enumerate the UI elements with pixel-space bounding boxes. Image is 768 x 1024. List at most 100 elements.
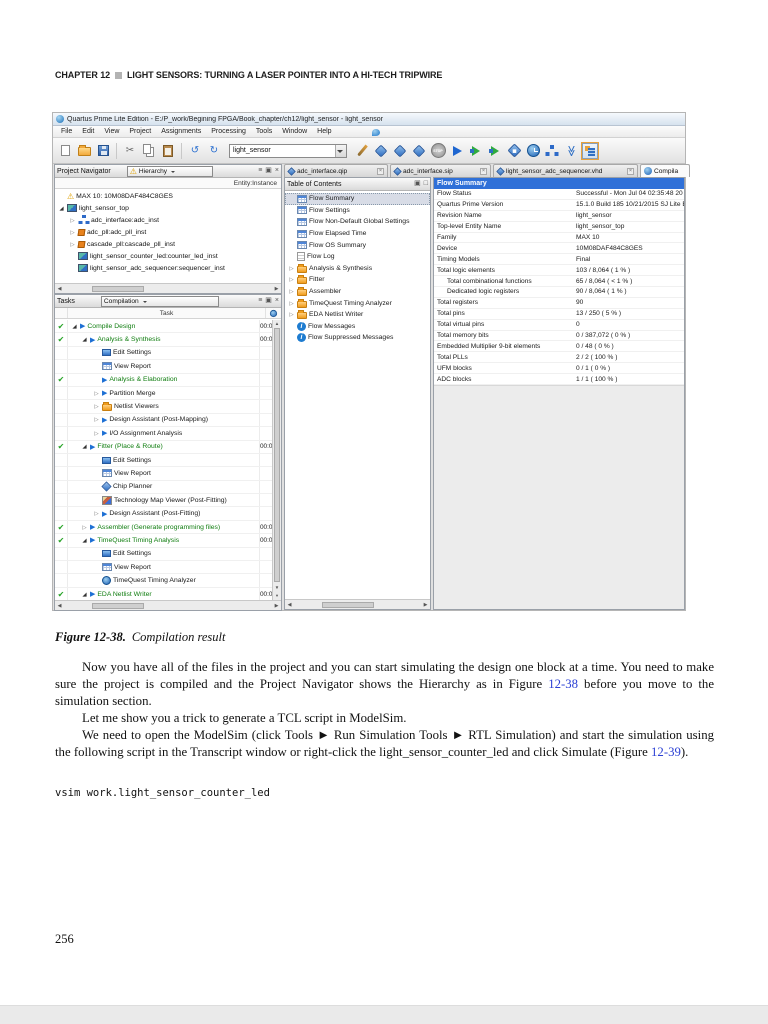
task-row[interactable]: Netlist Viewers: [55, 400, 272, 413]
expander-icon[interactable]: [288, 265, 295, 272]
expander-icon[interactable]: [288, 300, 295, 307]
expander-icon[interactable]: [288, 276, 295, 283]
tree-row[interactable]: cascade_pll:cascade_pll_inst: [55, 238, 281, 250]
scroll-thumb[interactable]: [92, 603, 144, 609]
toc-item[interactable]: Fitter: [285, 274, 430, 286]
tree-row[interactable]: light_sensor_top: [55, 202, 281, 214]
expander-icon[interactable]: [58, 205, 65, 212]
task-row[interactable]: Technology Map Viewer (Post-Fitting): [55, 494, 272, 507]
document-tab[interactable]: adc_interface.qip: [284, 164, 388, 177]
menu-item[interactable]: Processing: [206, 128, 251, 135]
task-row[interactable]: Analysis & Synthesis 00:0: [55, 333, 272, 346]
toc-item[interactable]: Flow Summary: [285, 193, 430, 205]
expander-icon[interactable]: [69, 229, 76, 236]
menu-item[interactable]: Edit: [77, 128, 99, 135]
menu-item[interactable]: File: [56, 128, 77, 135]
task-row[interactable]: Design Assistant (Post-Fitting): [55, 507, 272, 520]
task-row[interactable]: Chip Planner: [55, 481, 272, 494]
task-row[interactable]: Fitter (Place & Route) 00:0: [55, 441, 272, 454]
fitter-button[interactable]: [411, 142, 427, 160]
task-row[interactable]: View Report: [55, 561, 272, 574]
design-assistant-button[interactable]: [563, 142, 579, 160]
tree-row[interactable]: light_sensor_adc_sequencer:sequencer_ins…: [55, 262, 281, 274]
close-panel-icon[interactable]: ×: [275, 297, 279, 305]
task-row[interactable]: View Report: [55, 467, 272, 480]
stop-button[interactable]: STOP: [430, 142, 446, 160]
tree-row[interactable]: adc_interface:adc_inst: [55, 214, 281, 226]
expander-icon[interactable]: [93, 430, 100, 437]
project-navigator-hscrollbar[interactable]: ◀▶: [55, 283, 281, 293]
expander-icon[interactable]: [81, 443, 88, 450]
expander-icon[interactable]: [93, 390, 100, 397]
assembler-button[interactable]: [506, 142, 522, 160]
task-row[interactable]: Edit Settings: [55, 454, 272, 467]
expander-icon[interactable]: [288, 288, 295, 295]
paste-button[interactable]: [160, 142, 176, 160]
expander-icon[interactable]: [81, 524, 88, 531]
report-window-icon[interactable]: ▣: [414, 180, 421, 188]
redo-button[interactable]: [206, 142, 222, 160]
analysis-synthesis-button[interactable]: [392, 142, 408, 160]
figure-link-12-38[interactable]: 12-38: [548, 677, 578, 691]
list-icon[interactable]: ≡: [258, 297, 262, 305]
start-compilation-button[interactable]: [449, 142, 465, 160]
scroll-thumb[interactable]: [322, 602, 374, 608]
timequest-button[interactable]: [525, 142, 541, 160]
cut-button[interactable]: [122, 142, 138, 160]
toc-item[interactable]: Flow Log: [285, 251, 430, 263]
toc-item[interactable]: Assembler: [285, 286, 430, 298]
expander-icon[interactable]: [81, 591, 88, 598]
tree-row[interactable]: MAX 10: 10M08DAF484C8GES: [55, 190, 281, 202]
tasks-vscrollbar[interactable]: ▲▼▾: [272, 320, 281, 600]
flow-combo[interactable]: Compilation: [101, 296, 219, 307]
task-row[interactable]: Edit Settings: [55, 347, 272, 360]
assignment-editor-button[interactable]: [354, 142, 370, 160]
expander-icon[interactable]: [93, 403, 100, 410]
menu-item[interactable]: Tools: [251, 128, 277, 135]
float-panel-icon[interactable]: ▣: [265, 167, 272, 175]
programmer-button[interactable]: [582, 142, 598, 160]
toc-item[interactable]: Flow Elapsed Time: [285, 228, 430, 240]
scroll-thumb[interactable]: [274, 328, 280, 582]
menu-item[interactable]: Project: [124, 128, 156, 135]
copy-button[interactable]: [141, 142, 157, 160]
task-row[interactable]: Assembler (Generate programming files) 0…: [55, 521, 272, 534]
task-row[interactable]: TimeQuest Timing Analysis 00:0: [55, 534, 272, 547]
task-row[interactable]: EDA Netlist Writer 00:0: [55, 588, 272, 600]
toc-item[interactable]: Flow Messages: [285, 321, 430, 333]
start-analysis-button[interactable]: [468, 142, 484, 160]
scroll-thumb[interactable]: [92, 286, 144, 292]
menu-item[interactable]: Window: [277, 128, 312, 135]
hierarchy-combo[interactable]: Hierarchy: [127, 166, 213, 177]
toc-item[interactable]: Flow Suppressed Messages: [285, 332, 430, 344]
tasks-hscrollbar[interactable]: ◀▶: [55, 600, 281, 610]
toc-item[interactable]: Flow OS Summary: [285, 239, 430, 251]
float-panel-icon[interactable]: □: [424, 180, 428, 188]
tab-close-icon[interactable]: [627, 168, 634, 175]
revision-combo[interactable]: light_sensor: [229, 144, 347, 158]
toc-item[interactable]: TimeQuest Timing Analyzer: [285, 297, 430, 309]
expander-icon[interactable]: [93, 510, 100, 517]
toc-item[interactable]: EDA Netlist Writer: [285, 309, 430, 321]
document-tab[interactable]: light_sensor_adc_sequencer.vhd: [493, 164, 638, 177]
rapid-recompile-button[interactable]: [487, 142, 503, 160]
task-row[interactable]: I/O Assignment Analysis: [55, 427, 272, 440]
tab-close-icon[interactable]: [377, 168, 384, 175]
tree-row[interactable]: light_sensor_counter_led:counter_led_ins…: [55, 250, 281, 262]
task-row[interactable]: TimeQuest Timing Analyzer: [55, 574, 272, 587]
figure-link-12-39[interactable]: 12-39: [651, 745, 681, 759]
task-row[interactable]: Compile Design 00:0: [55, 320, 272, 333]
tree-row[interactable]: adc_pll:adc_pll_inst: [55, 226, 281, 238]
toc-hscrollbar[interactable]: ◀▶: [285, 599, 430, 609]
tab-close-icon[interactable]: [480, 168, 487, 175]
expander-icon[interactable]: [81, 537, 88, 544]
task-row[interactable]: Partition Merge: [55, 387, 272, 400]
float-panel-icon[interactable]: ▣: [265, 297, 272, 305]
expander-icon[interactable]: [69, 217, 76, 224]
menu-item[interactable]: Help: [312, 128, 336, 135]
toc-item[interactable]: Analysis & Synthesis: [285, 263, 430, 275]
list-icon[interactable]: ≡: [258, 167, 262, 175]
expander-icon[interactable]: [93, 416, 100, 423]
menu-item[interactable]: Assignments: [156, 128, 206, 135]
hierarchy-viewer-button[interactable]: [544, 142, 560, 160]
